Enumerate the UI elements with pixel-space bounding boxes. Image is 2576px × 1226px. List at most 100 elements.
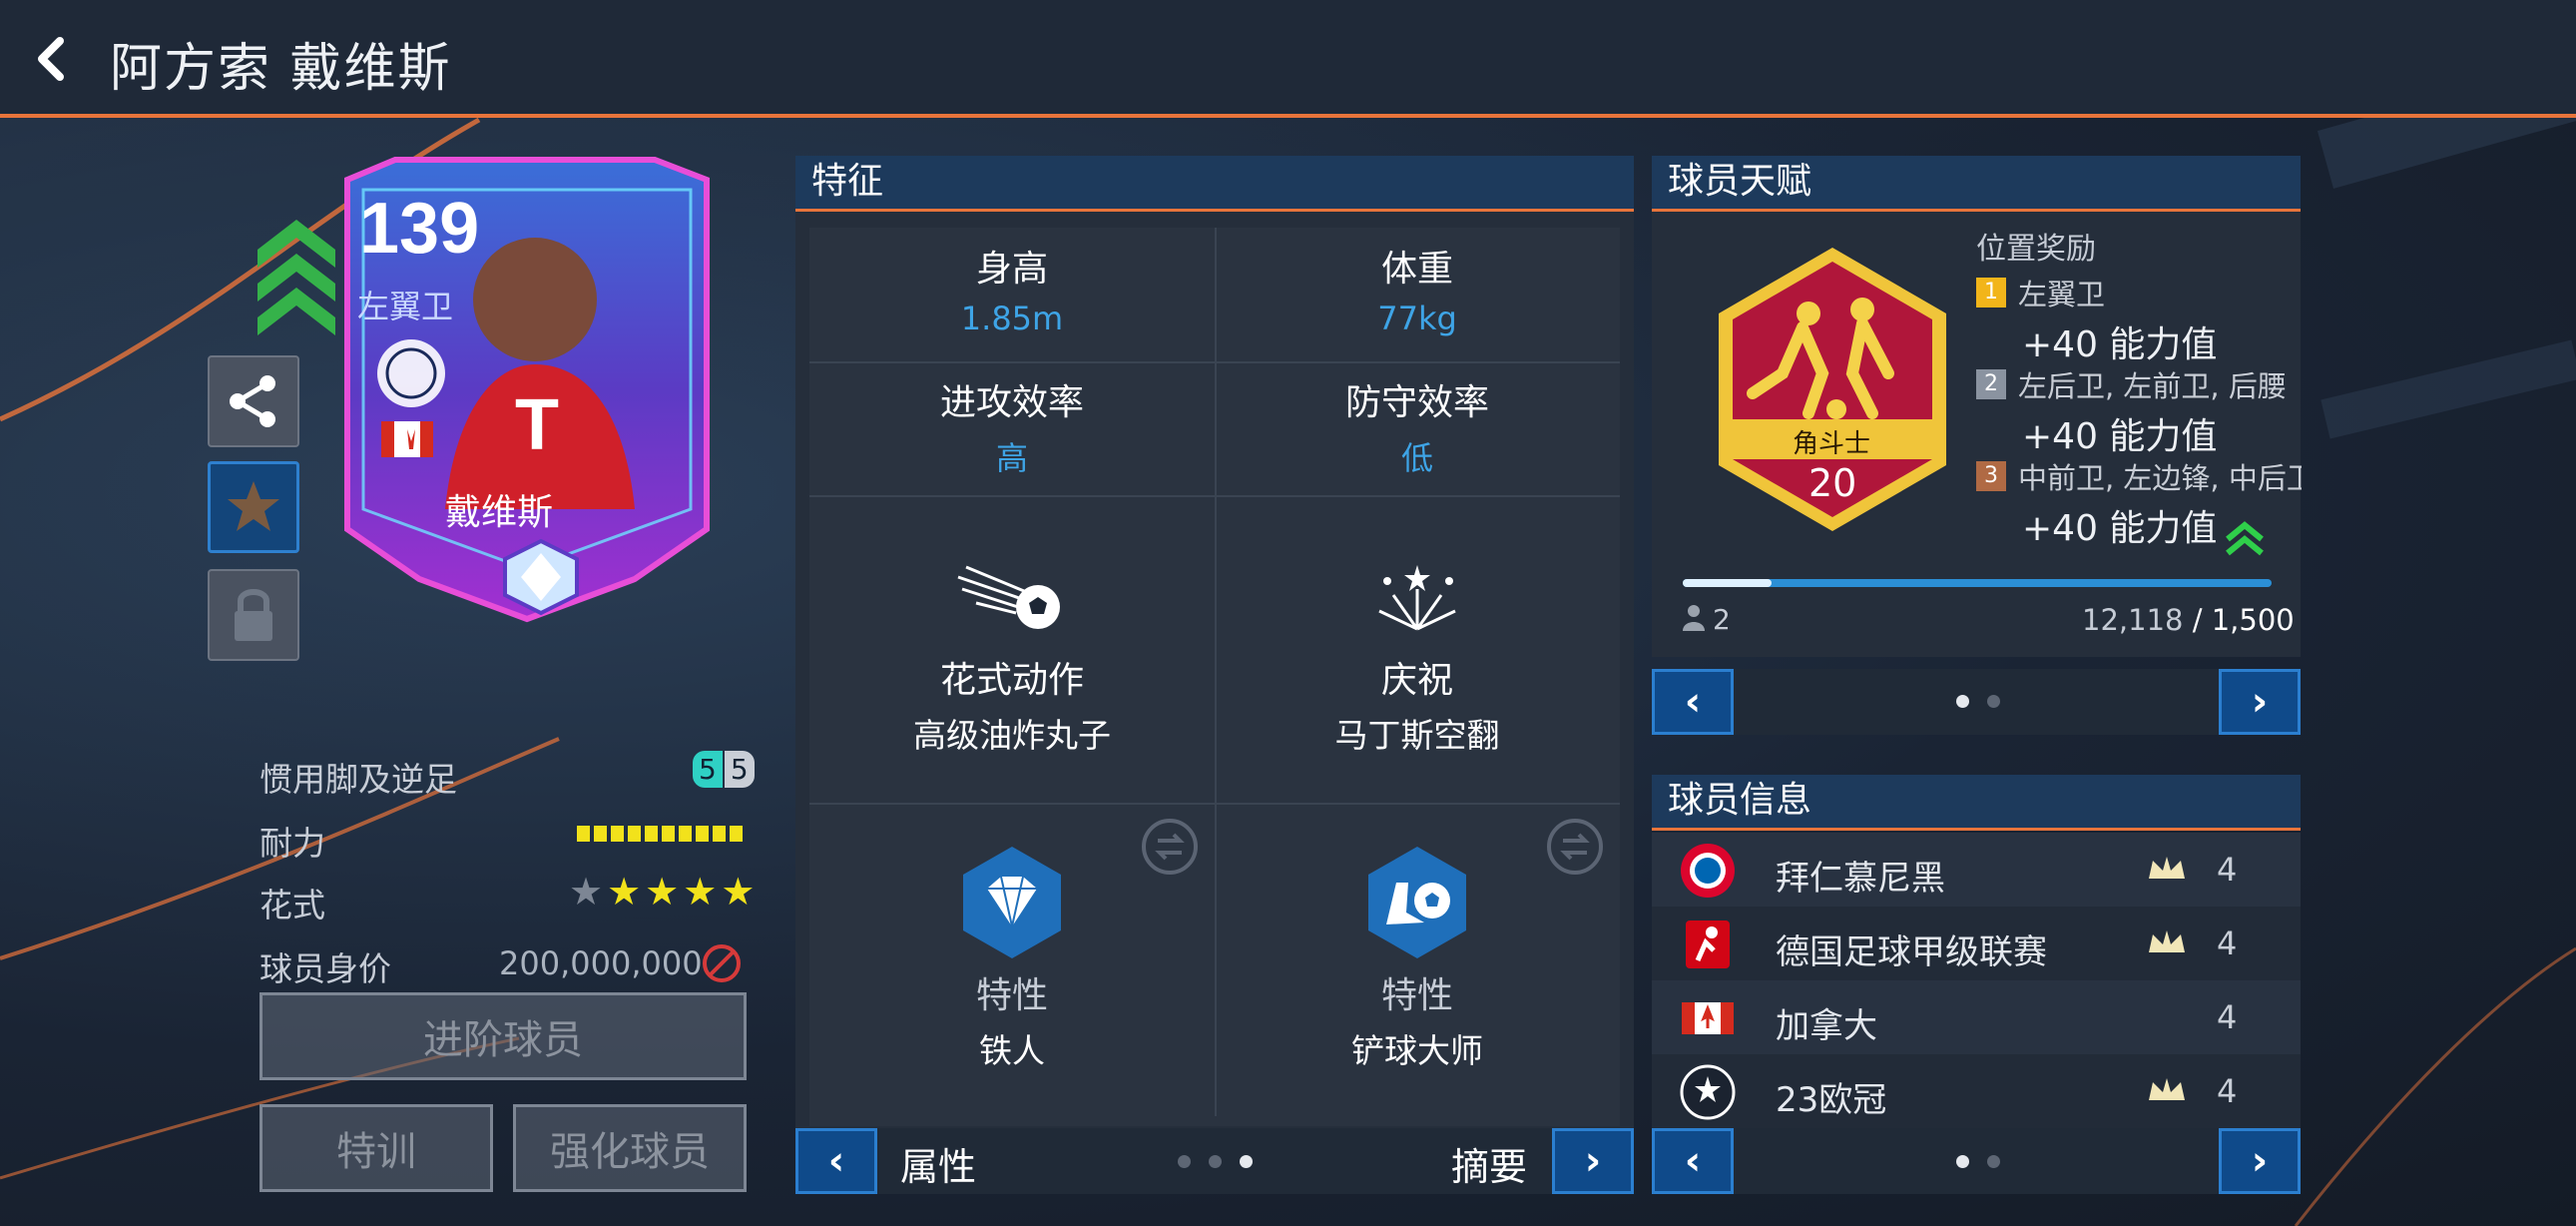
- skill-move-cell[interactable]: 花式动作 高级油炸丸子: [809, 559, 1215, 757]
- reward-bonus: +40 能力值: [2022, 416, 2218, 457]
- talent-panel-header: 球员天赋: [1652, 156, 2301, 212]
- star-icon: [228, 481, 279, 531]
- weight-label: 体重: [1380, 249, 1453, 290]
- info-page-dots: [1956, 1155, 2000, 1168]
- weight-cell: 体重 77kg: [1215, 240, 1620, 337]
- talent-title: 球员天赋: [1668, 161, 1812, 202]
- info-prev-button[interactable]: ‹: [1652, 1128, 1734, 1194]
- celebration-cell[interactable]: 庆祝 马丁斯空翻: [1215, 559, 1620, 757]
- position-reward-title: 位置奖励: [1976, 232, 2096, 267]
- skill-label: 花式: [259, 886, 325, 924]
- talent-progress-text: 12,118 / 1,500: [2082, 603, 2295, 637]
- player-card[interactable]: T 139 左翼卫 戴维斯: [335, 150, 719, 629]
- stamina-segment: [696, 826, 709, 842]
- value-label: 球员身价: [259, 949, 391, 988]
- stamina-segment: [679, 826, 692, 842]
- trait-cell-1[interactable]: 特性 铁人: [809, 843, 1215, 1072]
- info-row-club[interactable]: 拜仁慕尼黑 4: [1652, 833, 2301, 907]
- feature-divider: [809, 803, 1620, 805]
- page-dot-active[interactable]: [1240, 1155, 1253, 1168]
- badge-name: 角斗士: [1793, 429, 1871, 459]
- bayern-crest-icon: [1681, 844, 1735, 898]
- reward-row: 2 左后卫, 左前卫, 后腰 +40 能力值: [1976, 363, 2302, 459]
- badge-level: 20: [1808, 461, 1857, 505]
- lock-button[interactable]: [208, 569, 299, 661]
- stamina-label: 耐力: [259, 824, 325, 863]
- info-next-button[interactable]: ›: [2219, 1128, 2301, 1194]
- defense-cell: 防守效率 低: [1215, 373, 1620, 479]
- lock-icon: [235, 589, 272, 641]
- ball-kick-icon: [957, 565, 1060, 629]
- crown-icon: [2149, 930, 2185, 952]
- reward-positions: 左翼卫: [2018, 278, 2106, 311]
- top-header: 阿方索 戴维斯: [0, 0, 2576, 118]
- league-level: 4: [2217, 924, 2238, 962]
- rank-badge: 3: [1976, 461, 2006, 491]
- defense-label: 防守效率: [1344, 382, 1489, 423]
- attack-cell: 进攻效率 高: [809, 373, 1215, 479]
- features-next-button[interactable]: ›: [1552, 1128, 1634, 1194]
- features-panel-header: 特征: [795, 156, 1634, 212]
- celebration-label: 庆祝: [1380, 660, 1453, 701]
- features-prev-label[interactable]: 属性: [900, 1136, 976, 1191]
- upgrade-arrow-icon: [2226, 521, 2264, 556]
- share-button[interactable]: [208, 355, 299, 447]
- canada-flag-icon: [1682, 1002, 1734, 1034]
- stamina-bar: [577, 826, 743, 842]
- features-prev-button[interactable]: ‹: [795, 1128, 877, 1194]
- upgrade-chevrons-icon: [258, 220, 335, 335]
- reward-bonus: +40 能力值: [2022, 324, 2218, 365]
- nation-name: 加拿大: [1776, 1006, 1877, 1046]
- info-title: 球员信息: [1668, 780, 1812, 821]
- talent-prev-button[interactable]: ‹: [1652, 669, 1734, 735]
- diamond-icon: [963, 847, 1061, 958]
- page-title: 阿方索 戴维斯: [110, 39, 452, 99]
- club-level: 4: [2217, 851, 2238, 889]
- stamina-segment: [730, 826, 743, 842]
- club-name: 拜仁慕尼黑: [1776, 859, 1945, 899]
- crown-icon: [2149, 1078, 2185, 1100]
- stamina-segment: [713, 826, 726, 842]
- progress-separator: /: [2183, 603, 2212, 637]
- progress-current: 12,118: [2082, 603, 2184, 637]
- weak-foot-value: 5: [724, 751, 755, 788]
- info-row-event[interactable]: 23欧冠 4: [1652, 1054, 2301, 1128]
- advance-player-button[interactable]: 进阶球员: [259, 992, 747, 1080]
- info-row-nation[interactable]: 加拿大 4: [1652, 980, 2301, 1054]
- fireworks-icon: [1378, 565, 1456, 631]
- feature-divider: [809, 495, 1620, 497]
- back-button[interactable]: [26, 32, 76, 86]
- skill-move-label: 花式动作: [939, 660, 1084, 701]
- attack-value: 高: [995, 439, 1028, 477]
- foot-label: 惯用脚及逆足: [259, 760, 457, 799]
- card-rating: 139: [359, 189, 480, 269]
- talent-count: 2: [1713, 603, 1731, 636]
- card-position: 左翼卫: [357, 288, 454, 325]
- train-button[interactable]: 特训: [259, 1104, 493, 1192]
- skill-move-value: 高级油炸丸子: [913, 716, 1111, 755]
- favorite-button[interactable]: [208, 461, 299, 553]
- talent-next-button[interactable]: ›: [2219, 669, 2301, 735]
- height-cell: 身高 1.85m: [809, 240, 1215, 337]
- reward-row: 1 左翼卫 +40 能力值: [1976, 272, 2217, 367]
- svg-text:T: T: [515, 385, 559, 465]
- page-dot-active[interactable]: [1956, 695, 1969, 708]
- reward-positions: 中前卫, 左边锋, 中后卫: [2018, 461, 2302, 495]
- features-title: 特征: [811, 161, 884, 202]
- tackle-icon: [1368, 847, 1466, 958]
- share-icon: [230, 375, 275, 427]
- skill-stars: ★ ★ ★ ★ ★: [569, 873, 755, 911]
- page-dot-active[interactable]: [1956, 1155, 1969, 1168]
- info-row-league[interactable]: 德国足球甲级联赛 4: [1652, 907, 2301, 980]
- page-dot[interactable]: [1209, 1155, 1222, 1168]
- page-dot[interactable]: [1987, 1155, 2000, 1168]
- trait-cell-2[interactable]: 特性 铲球大师: [1215, 843, 1620, 1072]
- features-next-label[interactable]: 摘要: [1451, 1136, 1527, 1191]
- event-name: 23欧冠: [1776, 1080, 1887, 1120]
- stamina-segment: [577, 826, 590, 842]
- enhance-player-button[interactable]: 强化球员: [513, 1104, 747, 1192]
- player-value: 200,000,000: [499, 944, 703, 982]
- page-dot[interactable]: [1987, 695, 2000, 708]
- page-dot[interactable]: [1178, 1155, 1191, 1168]
- trait-label: 特性: [1380, 975, 1453, 1016]
